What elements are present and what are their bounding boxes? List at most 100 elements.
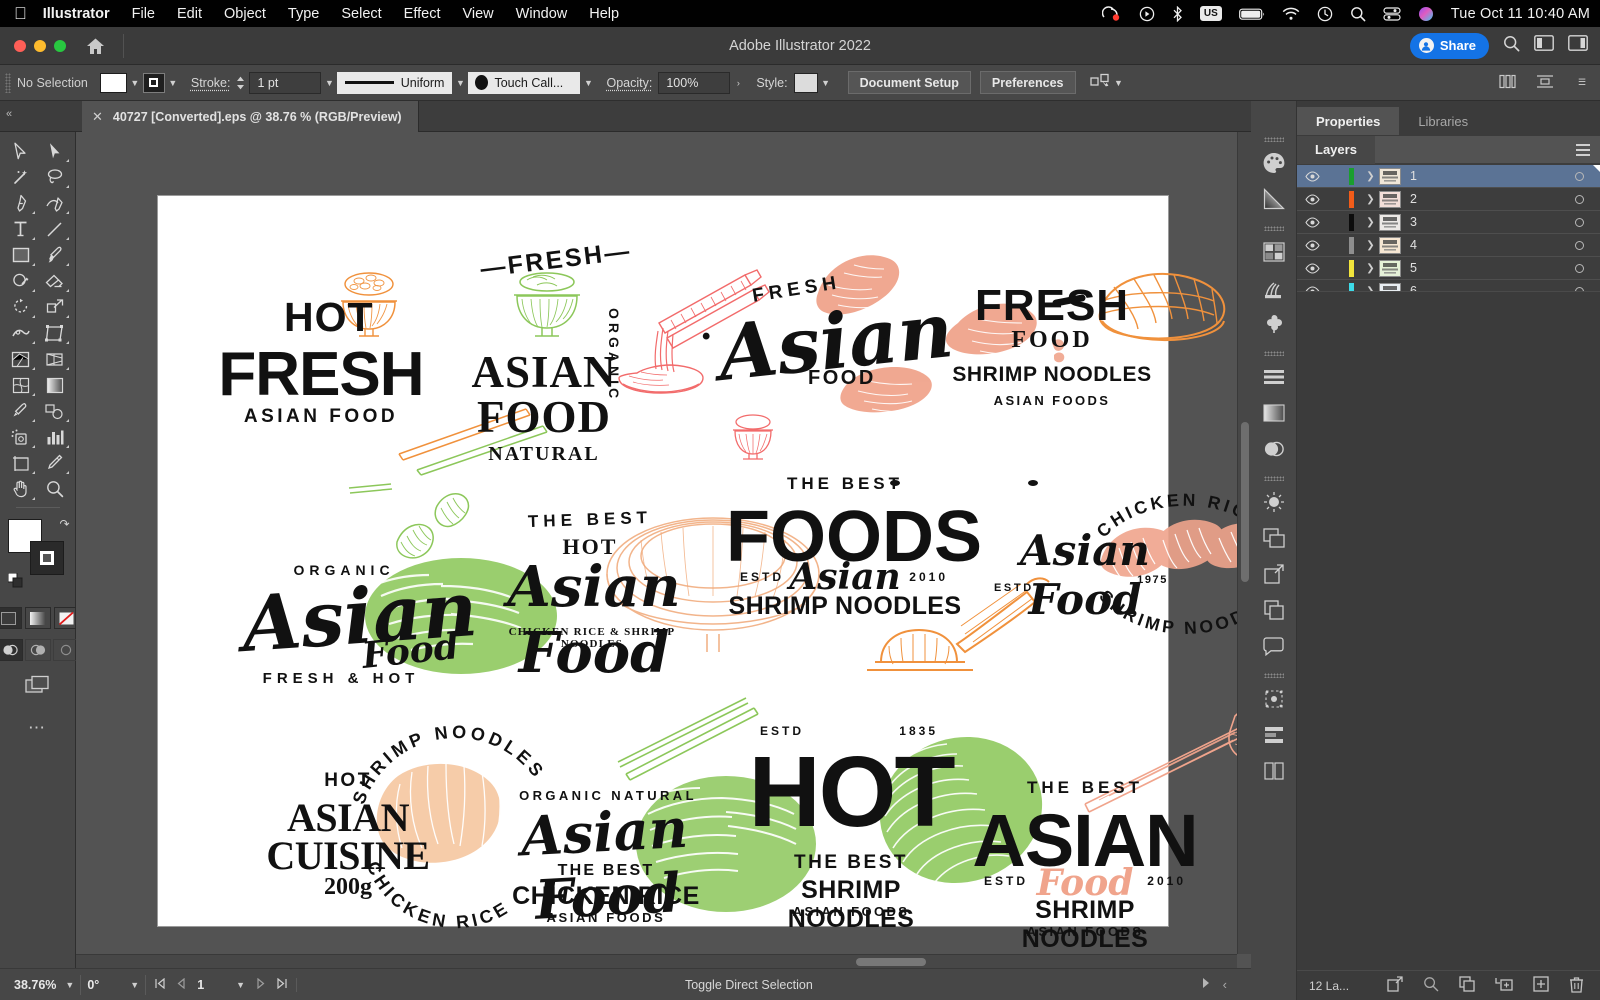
artboard-tool[interactable]	[4, 450, 38, 476]
layer-target-indicator[interactable]	[1558, 263, 1600, 273]
rotation-chevron-down-icon[interactable]: ▼	[130, 980, 139, 990]
layer-visibility-toggle[interactable]	[1297, 262, 1327, 274]
play-circle-icon[interactable]	[1139, 6, 1155, 22]
layer-name[interactable]: 5	[1410, 261, 1558, 275]
graphic-style-swatch[interactable]	[793, 72, 818, 93]
fill-swatch[interactable]	[99, 72, 127, 93]
stroke-weight-stepper[interactable]	[236, 76, 245, 90]
layer-row[interactable]: ❯ 2	[1297, 188, 1600, 211]
menubar-app-name[interactable]: Illustrator	[43, 6, 110, 22]
gradient-tool[interactable]	[38, 372, 72, 398]
layer-target-indicator[interactable]	[1558, 217, 1600, 227]
swap-fill-stroke-icon[interactable]: ↷	[59, 517, 69, 531]
draw-behind-icon[interactable]	[24, 639, 51, 661]
rail-grip-5[interactable]	[1263, 673, 1284, 678]
last-artboard-icon[interactable]	[277, 977, 287, 992]
back-icon[interactable]: ‹	[1223, 977, 1227, 992]
layer-expand-chevron-icon[interactable]: ❯	[1362, 263, 1379, 274]
opacity-input[interactable]: 100%	[658, 71, 731, 94]
horizontal-scroll-thumb[interactable]	[856, 958, 926, 966]
slice-tool[interactable]	[38, 450, 72, 476]
tab-properties[interactable]: Properties	[1297, 107, 1400, 135]
layer-row[interactable]: ❯ 5	[1297, 257, 1600, 280]
logo-hot-shrimp-noodles[interactable]: ESTD 1835 HOT THE BEST SHRIMP NOODLES AS…	[740, 714, 1043, 933]
selection-tool[interactable]	[4, 138, 38, 164]
layer-visibility-toggle[interactable]	[1297, 170, 1327, 182]
layer-row[interactable]: ❯ 1	[1297, 165, 1600, 188]
menu-view[interactable]: View	[462, 6, 493, 22]
workspace-switcher-icon[interactable]	[1568, 35, 1588, 56]
vertical-scroll-thumb[interactable]	[1241, 422, 1249, 582]
stroke-chevron-down-icon[interactable]: ▼	[165, 73, 181, 93]
artboard-number-input[interactable]: 1	[197, 978, 204, 992]
pathfinder-panel-icon[interactable]	[1257, 432, 1291, 466]
next-artboard-icon[interactable]	[257, 977, 265, 992]
share-button[interactable]: Share	[1409, 32, 1489, 59]
stroke-color-box[interactable]	[29, 541, 64, 575]
zoom-chevron-down-icon[interactable]: ▼	[65, 980, 74, 990]
fill-chevron-down-icon[interactable]: ▼	[127, 73, 143, 93]
wifi-icon[interactable]	[1282, 7, 1300, 21]
tab-libraries[interactable]: Libraries	[1399, 107, 1487, 135]
rotate-tool[interactable]	[4, 294, 38, 320]
rectangle-tool[interactable]	[4, 242, 38, 268]
menu-help[interactable]: Help	[589, 6, 619, 22]
symbol-sprayer-tool[interactable]	[4, 424, 38, 450]
preferences-button[interactable]: Preferences	[979, 71, 1076, 94]
rail-grip-3[interactable]	[1263, 351, 1284, 356]
symbols-panel-icon[interactable]	[1257, 307, 1291, 341]
color-panel-icon[interactable]	[1257, 146, 1291, 180]
logo-fresh-asian-food-natural[interactable]: —FRESH— ASIAN FOOD NATURAL ORGANIC	[458, 237, 773, 476]
artboards-panel-icon[interactable]	[1257, 521, 1291, 555]
logo-fresh-asian-food-script[interactable]: FRESH Asian FOOD • •	[690, 251, 1037, 451]
layers-tab[interactable]: Layers	[1297, 135, 1375, 164]
select-similar-chevron-down-icon[interactable]: ▼	[1111, 73, 1127, 93]
layer-target-indicator[interactable]	[1558, 194, 1600, 204]
profile-chevron-down-icon[interactable]: ▼	[452, 73, 468, 93]
menu-edit[interactable]: Edit	[177, 6, 202, 22]
logo-asian-cuisine[interactable]: SHRIMP NOODLES CHICKEN RICE HOT ASIAN CU…	[240, 722, 545, 933]
type-tool[interactable]	[4, 216, 38, 242]
panel-options-icon[interactable]: ☰	[1574, 73, 1590, 93]
shaper-tool[interactable]	[4, 268, 38, 294]
search-icon[interactable]	[1503, 35, 1520, 57]
logo-hot-fresh[interactable]: HOT FRESH ASIAN FOOD	[186, 254, 580, 476]
layer-visibility-toggle[interactable]	[1297, 193, 1327, 205]
battery-icon[interactable]	[1238, 7, 1265, 21]
transparency-panel-icon[interactable]	[1257, 396, 1291, 430]
align-panel-icon[interactable]	[1257, 360, 1291, 394]
rail-grip-2[interactable]	[1263, 226, 1284, 231]
blend-tool[interactable]	[38, 398, 72, 424]
eyedropper-tool[interactable]	[4, 398, 38, 424]
export-panel-icon[interactable]	[1257, 557, 1291, 591]
zoom-tool[interactable]	[38, 476, 72, 502]
eraser-tool[interactable]	[38, 268, 72, 294]
close-icon[interactable]: ✕	[92, 109, 103, 125]
line-segment-tool[interactable]	[38, 216, 72, 242]
paintbrush-tool[interactable]	[38, 242, 72, 268]
gradient-panel-icon[interactable]	[1257, 182, 1291, 216]
logo-organic-asian-food[interactable]: ORGANIC Asian Food FRESH & HOT	[226, 483, 557, 704]
layer-row[interactable]: ❯ 3	[1297, 211, 1600, 234]
menu-file[interactable]: File	[132, 6, 155, 22]
canvas-vertical-scrollbar[interactable]	[1237, 132, 1251, 954]
stroke-profile-select[interactable]: Uniform	[337, 71, 453, 94]
canvas-horizontal-scrollbar[interactable]	[76, 954, 1237, 968]
stroke-swatch[interactable]	[142, 72, 165, 93]
comments-panel-icon[interactable]	[1257, 629, 1291, 663]
layer-name[interactable]: 4	[1410, 238, 1558, 252]
magic-wand-tool[interactable]	[4, 164, 38, 190]
layer-row[interactable]: ❯ 4	[1297, 234, 1600, 257]
select-similar-objects-icon[interactable]	[1089, 73, 1111, 93]
distribute-icon[interactable]	[1536, 74, 1554, 92]
layer-target-indicator[interactable]	[1558, 240, 1600, 250]
apple-icon[interactable]: 	[14, 5, 27, 22]
align-icon[interactable]	[1499, 74, 1516, 92]
menubar-clock[interactable]: Tue Oct 11 10:40 AM	[1451, 6, 1590, 22]
layer-name[interactable]: 1	[1410, 169, 1558, 183]
collapse-left-icon[interactable]: «	[6, 108, 12, 120]
search-icon[interactable]	[1350, 6, 1366, 22]
menu-effect[interactable]: Effect	[404, 6, 441, 22]
menu-object[interactable]: Object	[224, 6, 266, 22]
layer-target-indicator[interactable]	[1558, 171, 1600, 181]
